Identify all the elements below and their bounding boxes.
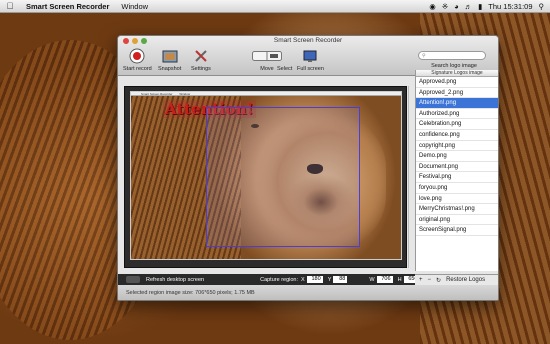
capture-canvas[interactable]: Smart Screen Recorder Window Attention! — [124, 86, 407, 268]
logo-list-item[interactable]: Demo.png — [416, 151, 498, 162]
logo-list-item[interactable]: confidence.png — [416, 130, 498, 141]
logo-list-item[interactable]: Authorized.png — [416, 109, 498, 120]
logo-list-item[interactable]: foryou.png — [416, 183, 498, 194]
panel-divider[interactable] — [408, 86, 409, 268]
preview-app-name: Smart Screen Recorder — [141, 92, 173, 96]
menu-bar:  Smart Screen Recorder Window ◉ ※ ◕ ♬ ▮… — [0, 0, 550, 13]
zoom-icon[interactable] — [141, 38, 147, 44]
settings-button[interactable]: Settings — [191, 48, 211, 72]
select-spacer — [283, 48, 287, 64]
spotlight-icon[interactable]: ⚲ — [539, 2, 545, 11]
x-input[interactable]: 180 — [306, 276, 323, 283]
start-record-button[interactable]: Start record — [123, 48, 152, 72]
window-controls — [123, 38, 147, 44]
preview-menubar: Smart Screen Recorder Window — [131, 92, 401, 96]
refresh-toggle[interactable] — [126, 276, 140, 283]
app-window: Smart Screen Recorder Start record Snaps… — [117, 35, 499, 301]
logo-list-item[interactable]: Approved_2.png — [416, 88, 498, 99]
logo-list: Signature Logos image Approved.png Approv… — [415, 70, 498, 271]
logo-list-item[interactable]: MerryChristmas!.png — [416, 204, 498, 215]
status-bar: Selected region image size: 706*650 pixe… — [118, 285, 498, 300]
select-label: Select — [277, 66, 293, 72]
start-record-label: Start record — [123, 66, 152, 72]
snapshot-button[interactable]: Snapshot — [158, 48, 181, 72]
settings-label: Settings — [191, 66, 211, 72]
w-label: W — [369, 276, 375, 283]
w-input[interactable]: 706 — [376, 276, 393, 283]
snapshot-icon — [162, 48, 178, 64]
restore-icon[interactable]: ↻ — [436, 277, 441, 284]
move-label: Move — [260, 66, 274, 72]
search-icon: ⚲ — [422, 52, 426, 59]
h-label: H — [397, 276, 402, 283]
capture-region-label: Capture region: — [260, 276, 299, 283]
x-label: X — [301, 276, 305, 283]
search-label: Search logo image — [431, 63, 477, 69]
logo-search-input[interactable]: ⚲ — [418, 51, 486, 60]
remove-logo-button[interactable]: − — [428, 277, 432, 283]
logo-list-item[interactable]: Document.png — [416, 162, 498, 173]
y-input[interactable]: 88 — [333, 276, 348, 283]
status-record-icon[interactable]: ◉ — [429, 2, 436, 11]
full-screen-icon — [302, 48, 318, 64]
logo-list-item[interactable]: copyright.png — [416, 141, 498, 152]
logo-list-item[interactable]: love.png — [416, 194, 498, 205]
capture-selection-rectangle[interactable] — [206, 107, 360, 247]
add-logo-button[interactable]: + — [419, 277, 423, 283]
refresh-label[interactable]: Refresh desktop screen — [146, 277, 204, 283]
apple-icon[interactable]:  — [0, 1, 20, 11]
menu-window[interactable]: Window — [115, 2, 154, 11]
minimize-icon[interactable] — [132, 38, 138, 44]
y-label: Y — [327, 276, 332, 283]
preview-menu-window: Window — [179, 92, 191, 96]
menu-app-name[interactable]: Smart Screen Recorder — [20, 2, 115, 11]
logo-list-item[interactable]: Celebration.png — [416, 119, 498, 130]
wifi-icon[interactable]: ◕ — [454, 2, 459, 11]
bluetooth-icon[interactable]: ※ — [442, 2, 448, 11]
full-screen-label: Full screen — [297, 66, 324, 72]
full-screen-button[interactable]: Full screen — [297, 48, 324, 72]
logo-list-item[interactable]: Attention!.png — [416, 98, 498, 109]
logo-list-header: Signature Logos image — [416, 70, 498, 77]
logo-list-item[interactable]: Festival.png — [416, 172, 498, 183]
logo-list-actions: + − ↻ Restore Logos — [415, 274, 498, 285]
close-icon[interactable] — [123, 38, 129, 44]
logo-list-item[interactable]: original.png — [416, 215, 498, 226]
clock[interactable]: Thu 15:31:09 — [488, 2, 532, 11]
settings-icon — [193, 48, 209, 64]
logo-list-item[interactable]: Approved.png — [416, 77, 498, 88]
record-icon — [129, 48, 145, 64]
select-button[interactable]: Select — [277, 48, 292, 72]
snapshot-label: Snapshot — [158, 66, 182, 72]
logo-rows: Approved.png Approved_2.png Attention!.png… — [416, 77, 498, 236]
logo-list-item[interactable]: ScreenSignal.png — [416, 225, 498, 236]
menu-extras: ◉ ※ ◕ ♬ ▮ Thu 15:31:09 ⚲ — [429, 2, 550, 11]
volume-icon[interactable]: ♬ — [465, 2, 473, 11]
window-title: Smart Screen Recorder — [273, 37, 343, 44]
desktop-preview[interactable]: Smart Screen Recorder Window Attention! — [130, 91, 402, 260]
battery-icon[interactable]: ▮ — [478, 2, 482, 11]
restore-logos-button[interactable]: Restore Logos — [446, 277, 485, 283]
